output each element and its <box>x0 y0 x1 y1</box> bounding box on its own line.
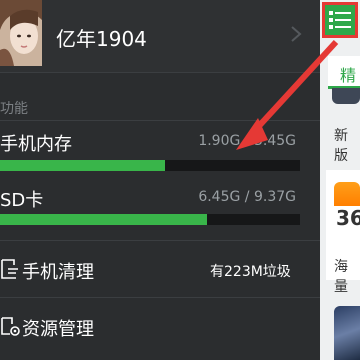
thumbnail-image[interactable] <box>332 88 360 104</box>
phone-memory-bar <box>0 160 300 171</box>
divider <box>0 297 320 298</box>
divider <box>0 120 320 121</box>
app-icon-number: 36 <box>336 206 360 230</box>
phone-clean-label: 手机清理 <box>22 262 94 283</box>
section-label: 功能 <box>0 101 28 117</box>
phone-memory-value: 1.90G / 3.45G <box>198 133 296 149</box>
sd-card-value: 6.45G / 9.37G <box>198 189 296 205</box>
app-icon[interactable]: 36 <box>334 182 360 234</box>
profile-header[interactable]: 亿年1904 <box>0 0 320 72</box>
chevron-right-icon[interactable] <box>286 24 306 44</box>
broom-icon <box>1 259 18 279</box>
sd-card-bar <box>0 214 300 225</box>
username: 亿年1904 <box>56 27 147 51</box>
tab-featured[interactable]: 精 <box>340 62 356 86</box>
navigation-drawer: 亿年1904 功能 手机内存 1.90G / 3.45G SD卡 6.45G /… <box>0 0 320 360</box>
divider <box>0 240 320 241</box>
game-thumbnail[interactable] <box>334 306 360 360</box>
list-menu-icon <box>329 11 351 29</box>
gear-folder-icon <box>1 317 20 336</box>
junk-size-info: 有223M垃圾 <box>210 264 291 280</box>
list-label[interactable]: 海量 <box>334 256 360 296</box>
menu-button[interactable] <box>322 2 358 38</box>
phone-memory-bar-fill <box>0 160 165 171</box>
sd-card-label: SD卡 <box>0 190 44 211</box>
divider <box>0 72 320 73</box>
avatar[interactable] <box>0 0 42 66</box>
phone-memory-label: 手机内存 <box>0 134 72 155</box>
resource-manager-label: 资源管理 <box>22 319 94 340</box>
news-label[interactable]: 新版 <box>334 125 360 165</box>
avatar-image <box>0 0 42 66</box>
sd-card-bar-fill <box>0 214 207 225</box>
